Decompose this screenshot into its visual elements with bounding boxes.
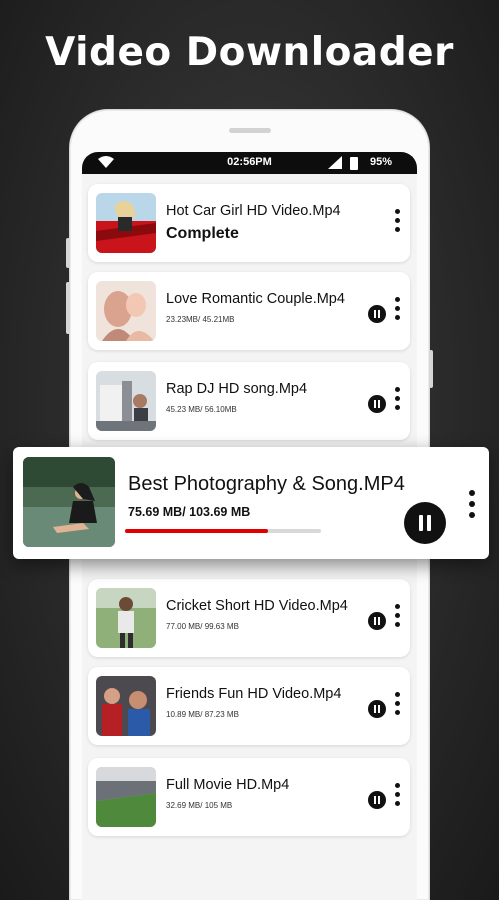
download-size: 10.89 MB/ 87.23 MB bbox=[166, 710, 239, 719]
phone-side-button bbox=[66, 238, 70, 268]
thumbnail-image bbox=[96, 676, 156, 736]
video-title: Friends Fun HD Video.Mp4 bbox=[166, 686, 342, 702]
download-status: Complete bbox=[166, 225, 239, 242]
pause-icon[interactable] bbox=[368, 612, 386, 630]
video-thumbnail bbox=[96, 767, 156, 827]
video-thumbnail bbox=[96, 676, 156, 736]
download-item[interactable]: Full Movie HD.Mp4 32.69 MB/ 105 MB bbox=[88, 758, 410, 836]
pause-icon[interactable] bbox=[404, 502, 446, 544]
video-thumbnail bbox=[96, 281, 156, 341]
download-size: 32.69 MB/ 105 MB bbox=[166, 801, 233, 810]
download-item[interactable]: Cricket Short HD Video.Mp4 77.00 MB/ 99.… bbox=[88, 579, 410, 657]
more-vert-icon[interactable] bbox=[393, 387, 401, 417]
video-thumbnail bbox=[96, 588, 156, 648]
download-size: 75.69 MB/ 103.69 MB bbox=[128, 505, 251, 519]
pause-icon[interactable] bbox=[368, 305, 386, 323]
video-title: Love Romantic Couple.Mp4 bbox=[166, 291, 345, 307]
battery-icon bbox=[350, 157, 358, 170]
download-item[interactable]: Friends Fun HD Video.Mp4 10.89 MB/ 87.23… bbox=[88, 667, 410, 745]
video-title: Cricket Short HD Video.Mp4 bbox=[166, 598, 348, 614]
download-progress-bar bbox=[125, 529, 321, 533]
more-vert-icon[interactable] bbox=[393, 604, 401, 634]
signal-icon bbox=[328, 156, 342, 169]
thumbnail-image bbox=[96, 371, 156, 431]
thumbnail-image bbox=[23, 457, 115, 547]
download-item[interactable]: Love Romantic Couple.Mp4 23.23MB/ 45.21M… bbox=[88, 272, 410, 350]
thumbnail-image bbox=[96, 767, 156, 827]
download-size: 77.00 MB/ 99.63 MB bbox=[166, 622, 239, 631]
pause-icon[interactable] bbox=[368, 791, 386, 809]
pause-icon[interactable] bbox=[368, 395, 386, 413]
download-size: 45.23 MB/ 56.10MB bbox=[166, 405, 237, 414]
phone-speaker bbox=[229, 128, 271, 133]
featured-download-item[interactable]: Best Photography & Song.MP4 75.69 MB/ 10… bbox=[13, 447, 489, 559]
status-time: 02:56PM bbox=[227, 156, 272, 168]
video-title: Full Movie HD.Mp4 bbox=[166, 777, 290, 793]
thumbnail-image bbox=[96, 193, 156, 253]
download-item[interactable]: Hot Car Girl HD Video.Mp4 Complete bbox=[88, 184, 410, 262]
download-progress-fill bbox=[125, 529, 269, 533]
video-thumbnail bbox=[96, 371, 156, 431]
thumbnail-image bbox=[96, 588, 156, 648]
more-vert-icon[interactable] bbox=[393, 209, 401, 239]
video-thumbnail bbox=[23, 457, 115, 547]
more-vert-icon[interactable] bbox=[393, 783, 401, 813]
download-size: 23.23MB/ 45.21MB bbox=[166, 315, 235, 324]
video-thumbnail bbox=[96, 193, 156, 253]
battery-percent: 95% bbox=[370, 156, 393, 168]
phone-side-button bbox=[429, 350, 433, 388]
more-vert-icon[interactable] bbox=[393, 692, 401, 722]
more-vert-icon[interactable] bbox=[393, 297, 401, 327]
pause-icon[interactable] bbox=[368, 700, 386, 718]
more-vert-icon[interactable] bbox=[468, 490, 476, 523]
app-headline: Video Downloader bbox=[45, 30, 454, 75]
video-title: Rap DJ HD song.Mp4 bbox=[166, 381, 308, 397]
video-title: Hot Car Girl HD Video.Mp4 bbox=[166, 203, 341, 219]
video-title: Best Photography & Song.MP4 bbox=[128, 473, 405, 495]
thumbnail-image bbox=[96, 281, 156, 341]
phone-side-button bbox=[66, 282, 70, 334]
download-item[interactable]: Rap DJ HD song.Mp4 45.23 MB/ 56.10MB bbox=[88, 362, 410, 440]
status-bar: 02:56PM 95% bbox=[82, 152, 417, 174]
